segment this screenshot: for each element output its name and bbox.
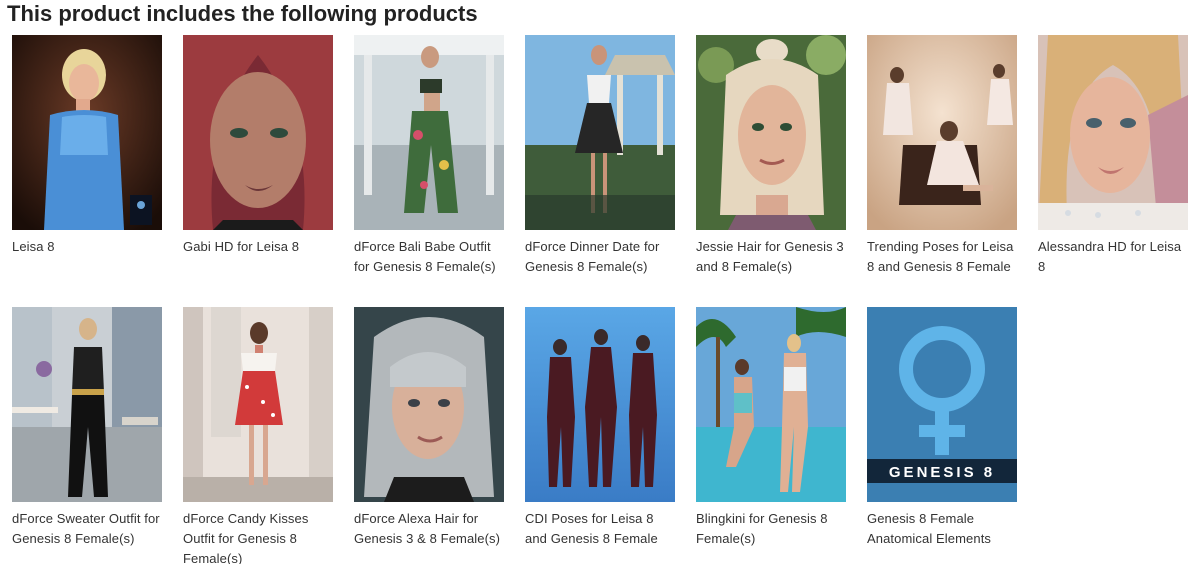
product-name[interactable]: Leisa 8: [12, 237, 162, 257]
product-card-cdi-poses[interactable]: CDI Poses for Leisa 8 and Genesis 8 Fema…: [525, 307, 675, 564]
product-card-blingkini[interactable]: Blingkini for Genesis 8 Female(s): [696, 307, 846, 564]
product-thumbnail[interactable]: [354, 307, 504, 502]
product-thumbnail[interactable]: [696, 307, 846, 502]
product-card-alessandra-hd[interactable]: Alessandra HD for Leisa 8: [1038, 35, 1188, 307]
product-thumbnail[interactable]: [183, 35, 333, 230]
product-thumbnail[interactable]: [1038, 35, 1188, 230]
product-card-sweater-outfit[interactable]: dForce Sweater Outfit for Genesis 8 Fema…: [12, 307, 162, 564]
product-thumbnail[interactable]: [867, 35, 1017, 230]
product-name[interactable]: dForce Candy Kisses Outfit for Genesis 8…: [183, 509, 333, 564]
product-name[interactable]: dForce Alexa Hair for Genesis 3 & 8 Fema…: [354, 509, 504, 549]
product-card-dinner-date[interactable]: dForce Dinner Date for Genesis 8 Female(…: [525, 35, 675, 307]
product-card-anatomical-elements[interactable]: GENESIS 8 Genesis 8 Female Anatomical El…: [867, 307, 1017, 564]
product-thumbnail[interactable]: GENESIS 8: [867, 307, 1017, 502]
product-thumbnail[interactable]: [183, 307, 333, 502]
genesis-8-logo-text: GENESIS 8: [889, 464, 995, 481]
product-name[interactable]: Blingkini for Genesis 8 Female(s): [696, 509, 846, 549]
product-card-jessie-hair[interactable]: Jessie Hair for Genesis 3 and 8 Female(s…: [696, 35, 846, 307]
product-name[interactable]: Trending Poses for Leisa 8 and Genesis 8…: [867, 237, 1017, 277]
product-card-leisa-8[interactable]: Leisa 8: [12, 35, 162, 307]
product-name[interactable]: dForce Dinner Date for Genesis 8 Female(…: [525, 237, 675, 277]
product-card-gabi-hd[interactable]: Gabi HD for Leisa 8: [183, 35, 333, 307]
product-name[interactable]: Jessie Hair for Genesis 3 and 8 Female(s…: [696, 237, 846, 277]
product-thumbnail[interactable]: [525, 307, 675, 502]
product-thumbnail[interactable]: [12, 307, 162, 502]
product-card-trending-poses[interactable]: Trending Poses for Leisa 8 and Genesis 8…: [867, 35, 1017, 307]
product-card-candy-kisses[interactable]: dForce Candy Kisses Outfit for Genesis 8…: [183, 307, 333, 564]
product-grid: Leisa 8 Gabi HD for Leisa 8 dForce Bali …: [12, 35, 1192, 564]
product-thumbnail[interactable]: [354, 35, 504, 230]
product-name[interactable]: Alessandra HD for Leisa 8: [1038, 237, 1188, 277]
product-name[interactable]: CDI Poses for Leisa 8 and Genesis 8 Fema…: [525, 509, 675, 549]
product-thumbnail[interactable]: [696, 35, 846, 230]
product-card-bali-babe-outfit[interactable]: dForce Bali Babe Outfit for Genesis 8 Fe…: [354, 35, 504, 307]
product-card-alexa-hair[interactable]: dForce Alexa Hair for Genesis 3 & 8 Fema…: [354, 307, 504, 564]
section-title: This product includes the following prod…: [7, 1, 478, 26]
product-name[interactable]: Genesis 8 Female Anatomical Elements: [867, 509, 1017, 549]
product-name[interactable]: Gabi HD for Leisa 8: [183, 237, 333, 257]
product-includes-page: This product includes the following prod…: [0, 0, 1192, 564]
product-thumbnail[interactable]: [12, 35, 162, 230]
product-thumbnail[interactable]: [525, 35, 675, 230]
product-name[interactable]: dForce Bali Babe Outfit for Genesis 8 Fe…: [354, 237, 504, 277]
product-name[interactable]: dForce Sweater Outfit for Genesis 8 Fema…: [12, 509, 162, 549]
